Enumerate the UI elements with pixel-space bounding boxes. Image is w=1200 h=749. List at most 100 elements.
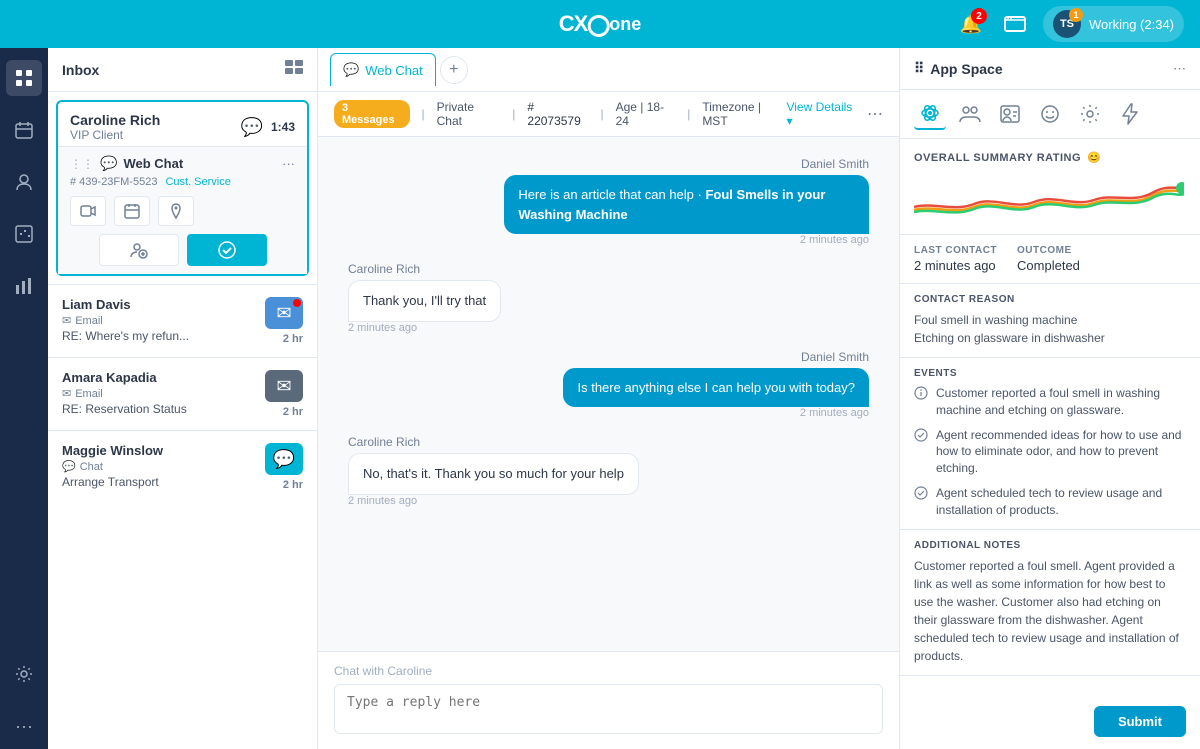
add-tab-button[interactable]: + <box>440 56 468 84</box>
webchat-schedule-button[interactable] <box>114 196 150 226</box>
sidebar-item-dashboard[interactable] <box>6 60 42 96</box>
message-group-3: Daniel Smith Is there anything else I ca… <box>348 350 869 420</box>
events-list: Customer reported a foul smell in washin… <box>914 385 1186 519</box>
event-item-2: Agent recommended ideas for how to use a… <box>914 427 1186 477</box>
case-number: # 22073579 <box>527 100 588 128</box>
sidebar-item-reports[interactable] <box>6 216 42 252</box>
webchat-label: Web Chat <box>123 156 183 171</box>
chat-badge-maggie: 💬 <box>265 443 303 475</box>
message-time-3: 2 minutes ago <box>800 407 869 419</box>
events-section: EVENTS Customer reported a foul smell in… <box>900 358 1200 530</box>
chat-bubble-icon: 💬 <box>241 117 263 138</box>
sidebar-item-settings[interactable] <box>6 656 42 692</box>
notifications-button[interactable]: 🔔 2 <box>955 8 987 40</box>
last-contact-stat: LAST CONTACT 2 minutes ago <box>914 245 997 273</box>
messages-area: Daniel Smith Here is an article that can… <box>318 137 899 651</box>
contact-list-item-amara[interactable]: Amara Kapadia ✉ Email RE: Reservation St… <box>48 357 317 430</box>
chat-input-label: Chat with Caroline <box>334 664 883 678</box>
chat-info-more-button[interactable]: ⋯ <box>867 104 883 124</box>
webchat-id: # 439-23FM-5523 <box>70 176 157 188</box>
webchat-complete-button[interactable] <box>187 234 267 266</box>
events-title: EVENTS <box>914 368 1186 379</box>
email-icon-amara: ✉ <box>62 387 71 400</box>
webchat-assign-button[interactable] <box>99 234 179 266</box>
contact-list-item-liam[interactable]: Liam Davis ✉ Email RE: Where's my refun.… <box>48 284 317 357</box>
sidebar-icons: ··· <box>0 48 48 749</box>
app-tab-emoji[interactable] <box>1034 98 1066 130</box>
sender-name-3: Daniel Smith <box>801 350 869 364</box>
message-group-4: Caroline Rich No, that's it. Thank you s… <box>348 435 869 507</box>
header-right: 🔔 2 TS 1 Working (2:34) <box>955 6 1184 42</box>
contact-subject-liam: RE: Where's my refun... <box>62 329 265 343</box>
chat-info-bar: 3 Messages | Private Chat | # 22073579 |… <box>318 92 899 137</box>
inbox-panel: Inbox Caroline Rich VIP Client 💬 1:43 <box>48 48 318 749</box>
active-contact-time: 1:43 <box>271 120 295 134</box>
link-icon-button[interactable] <box>999 8 1031 40</box>
timezone-label: Timezone | MST <box>702 100 786 128</box>
contact-time-amara: 2 hr <box>283 406 303 418</box>
app-space-panel: ⠿ App Space ⋯ <box>900 48 1200 749</box>
webchat-video-button[interactable] <box>70 196 106 226</box>
notification-badge: 2 <box>971 8 987 24</box>
inbox-title: Inbox <box>62 62 99 78</box>
view-details-button[interactable]: View Details ▾ <box>786 100 859 128</box>
message-group-1: Daniel Smith Here is an article that can… <box>348 157 869 246</box>
chat-tab-icon: 💬 <box>343 62 359 78</box>
webchat-bubble-icon: 💬 <box>100 155 117 172</box>
private-chat-label: Private Chat <box>437 100 501 128</box>
contact-reason-title: CONTACT REASON <box>914 294 1186 305</box>
app-tab-lightning[interactable] <box>1114 98 1146 130</box>
age-label: Age | 18-24 <box>616 100 676 128</box>
chat-icon-maggie: 💬 <box>62 460 76 473</box>
additional-notes-title: ADDITIONAL NOTES <box>914 540 1186 551</box>
contact-time-liam: 2 hr <box>283 333 303 345</box>
grid-dots-icon: ⠿ <box>914 60 924 77</box>
contact-list-item-maggie[interactable]: Maggie Winslow 💬 Chat Arrange Transport … <box>48 430 317 503</box>
app-space-more-button[interactable]: ⋯ <box>1173 61 1186 77</box>
sidebar-item-analytics[interactable] <box>6 268 42 304</box>
sidebar-item-contacts[interactable] <box>6 164 42 200</box>
webchat-bottom-actions <box>70 234 295 266</box>
sentiment-chart <box>914 172 1186 222</box>
outcome-label: OUTCOME <box>1017 245 1080 256</box>
app-tab-people[interactable] <box>954 98 986 130</box>
overall-summary-section: OVERALL SUMMARY RATING 😊 <box>900 139 1200 235</box>
sender-name-2: Caroline Rich <box>348 262 420 276</box>
logo-circle <box>587 15 609 37</box>
chat-input-area: Chat with Caroline <box>318 651 899 749</box>
agent-status-button[interactable]: TS 1 Working (2:34) <box>1043 6 1184 42</box>
app-tab-atom[interactable] <box>914 98 946 130</box>
contact-name-liam: Liam Davis <box>62 297 265 312</box>
message-count-badge: 3 Messages <box>334 100 410 128</box>
email-badge-amara: ✉ <box>265 370 303 402</box>
email-icon-liam: ✉ <box>62 314 71 327</box>
submit-button[interactable]: Submit <box>1094 706 1186 737</box>
sidebar-more-button[interactable]: ··· <box>15 716 33 737</box>
inbox-layout-button[interactable] <box>285 60 303 79</box>
contact-subject-maggie: Arrange Transport <box>62 475 265 489</box>
active-contact-subtitle: VIP Client <box>70 128 160 142</box>
tab-webchat[interactable]: 💬 Web Chat <box>330 53 436 86</box>
webchat-actions <box>70 196 295 226</box>
additional-notes-text: Customer reported a foul smell. Agent pr… <box>914 557 1186 665</box>
contact-name-amara: Amara Kapadia <box>62 370 265 385</box>
event-text-2: Agent recommended ideas for how to use a… <box>936 427 1186 477</box>
webchat-sub-item: ⋮⋮ 💬 Web Chat ··· # 439-23FM-5523 Cust. … <box>58 146 307 274</box>
event-text-1: Customer reported a foul smell in washin… <box>936 385 1186 419</box>
app-space-tabs <box>900 90 1200 139</box>
smiley-icon: 😊 <box>1087 151 1101 164</box>
app-tab-card[interactable] <box>994 98 1026 130</box>
webchat-location-button[interactable] <box>158 196 194 226</box>
app-tab-settings[interactable] <box>1074 98 1106 130</box>
sidebar-item-calendar[interactable] <box>6 112 42 148</box>
drag-handle-icon: ⋮⋮ <box>70 157 94 171</box>
event-item-1: Customer reported a foul smell in washin… <box>914 385 1186 419</box>
app-space-title-text: App Space <box>930 61 1002 77</box>
webchat-more-button[interactable]: ··· <box>282 156 295 171</box>
event-item-3: Agent scheduled tech to review usage and… <box>914 485 1186 519</box>
contact-reason-text-2: Etching on glassware in dishwasher <box>914 329 1186 347</box>
chat-reply-input[interactable] <box>334 684 883 734</box>
email-badge-liam: ✉ <box>265 297 303 329</box>
contact-reason-text-1: Foul smell in washing machine <box>914 311 1186 329</box>
contact-reason-section: CONTACT REASON Foul smell in washing mac… <box>900 284 1200 358</box>
